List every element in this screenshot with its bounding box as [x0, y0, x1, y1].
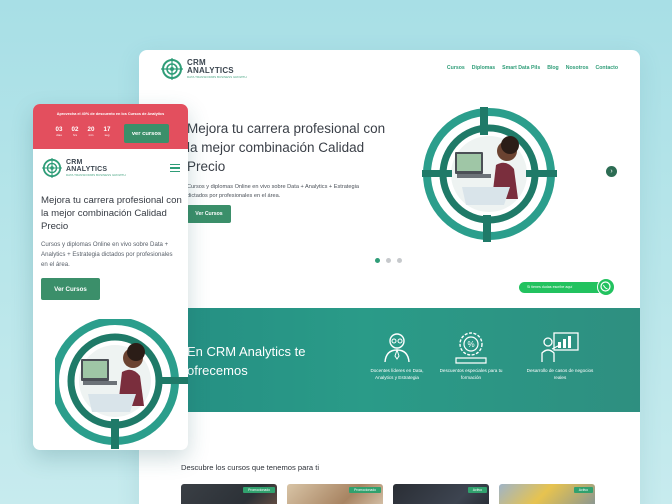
- nav-link-smart-data-pils[interactable]: Smart Data Pils: [502, 65, 540, 71]
- course-card[interactable]: Activo: [499, 484, 595, 504]
- brand-name-line1: CRM: [66, 159, 83, 166]
- feature-casos: Desarrollo de casos de negocios reales: [525, 330, 595, 381]
- brand-name-line2: ANALYTICS: [66, 166, 108, 173]
- nav-link-contacto[interactable]: Contacto: [596, 65, 618, 71]
- promo-banner-text: Aprovecha el 40% de descuento en los Cur…: [56, 112, 165, 116]
- countdown-unit: seg: [104, 133, 110, 137]
- desktop-navbar: CRM ANALYTICS DATA TRANSFORMS BUSINESS G…: [139, 50, 640, 90]
- nav-link-diplomas[interactable]: Diplomas: [472, 65, 495, 71]
- carousel-dots: [375, 258, 402, 263]
- teacher-icon: [384, 333, 410, 363]
- presentation-icon: [541, 332, 579, 362]
- countdown-unit: min: [88, 133, 94, 137]
- course-tag: Activo: [573, 487, 593, 493]
- nav-link-blog[interactable]: Blog: [547, 65, 559, 71]
- offer-band-title: En CRM Analytics te ofrecemos: [187, 344, 306, 378]
- chevron-right-icon: ›: [610, 168, 613, 175]
- hamburger-icon[interactable]: [170, 164, 180, 174]
- whatsapp-phone-glyph: [600, 281, 611, 292]
- course-card[interactable]: Activo: [393, 484, 489, 504]
- svg-text:%: %: [467, 340, 474, 349]
- brand-logo[interactable]: CRM ANALYTICS DATA TRANSFORMS BUSINESS G…: [161, 58, 247, 80]
- promo-banner: Aprovecha el 40% de descuento en los Cur…: [33, 104, 188, 149]
- carousel-next-button[interactable]: ›: [606, 166, 617, 177]
- whatsapp-icon[interactable]: [597, 278, 615, 296]
- mobile-ver-cursos-button[interactable]: Ver Cursos: [41, 278, 100, 300]
- brand-tagline: DATA TRANSFORMS BUSINESS GROWTH: [66, 173, 126, 177]
- countdown-unit: días: [56, 133, 62, 137]
- countdown-seconds: 17 seg: [100, 126, 114, 137]
- mobile-hero-subtitle: Cursos y diplomas Online en vivo sobre D…: [41, 241, 173, 268]
- promo-ver-cursos-button[interactable]: ver cursos: [124, 124, 169, 143]
- mobile-brand-logo[interactable]: CRM ANALYTICS DATA TRANSFORMS BUSINESS G…: [42, 158, 126, 178]
- mobile-site-mockup: Aprovecha el 40% de descuento en los Cur…: [33, 104, 188, 450]
- countdown-value: 03: [55, 126, 63, 133]
- nav-link-cursos[interactable]: Cursos: [447, 65, 465, 71]
- hero-student-illustration: [422, 107, 557, 242]
- main-menu: Cursos Diplomas Smart Data Pils Blog Nos…: [447, 65, 618, 71]
- nav-link-nosotros[interactable]: Nosotros: [566, 65, 589, 71]
- carousel-dot-2[interactable]: [386, 258, 391, 263]
- countdown-days: 03 días: [52, 126, 66, 137]
- discount-badge-icon: %: [455, 332, 487, 364]
- countdown-minutes: 20 min: [84, 126, 98, 137]
- course-tag: Promocionado: [349, 487, 381, 493]
- mobile-hero-student-illustration: [55, 319, 188, 449]
- feature-label: Docentes líderes en Data, Analytics y Es…: [370, 368, 424, 380]
- ver-cursos-button[interactable]: Ver Cursos: [187, 205, 231, 223]
- course-tag: Promocionado: [243, 487, 275, 493]
- crm-logo-icon: [42, 158, 62, 178]
- hero-subtitle: Cursos y diplomas Online en vivo sobre D…: [187, 184, 359, 199]
- countdown-value: 02: [71, 126, 79, 133]
- countdown-value: 20: [87, 126, 95, 133]
- courses-section-title: Descubre los cursos que tenemos para ti: [181, 463, 320, 472]
- brand-tagline: DATA TRANSFORMS BUSINESS GROWTH: [187, 75, 247, 79]
- feature-docentes: Docentes líderes en Data, Analytics y Es…: [362, 330, 432, 381]
- mobile-hero-title: Mejora tu carrera profesional con la mej…: [41, 195, 182, 232]
- countdown-unit: hrs: [72, 133, 78, 137]
- feature-label: Descuentos especiales para tu formación: [439, 368, 503, 380]
- hero-title: Mejora tu carrera profesional con la mej…: [187, 121, 386, 174]
- course-tag: Activo: [467, 487, 487, 493]
- crm-logo-icon: [161, 58, 183, 80]
- countdown-hours: 02 hrs: [68, 126, 82, 137]
- countdown-value: 17: [103, 126, 111, 133]
- course-card[interactable]: Promocionado: [287, 484, 383, 504]
- desktop-site-mockup: CRM ANALYTICS DATA TRANSFORMS BUSINESS G…: [139, 50, 640, 504]
- carousel-dot-3[interactable]: [397, 258, 402, 263]
- feature-label: Desarrollo de casos de negocios reales: [526, 368, 594, 380]
- course-card[interactable]: Promocionado: [181, 484, 277, 504]
- feature-descuentos: % Descuentos especiales para tu formació…: [436, 330, 506, 381]
- carousel-dot-1[interactable]: [375, 258, 380, 263]
- brand-name-line2: ANALYTICS: [187, 66, 234, 75]
